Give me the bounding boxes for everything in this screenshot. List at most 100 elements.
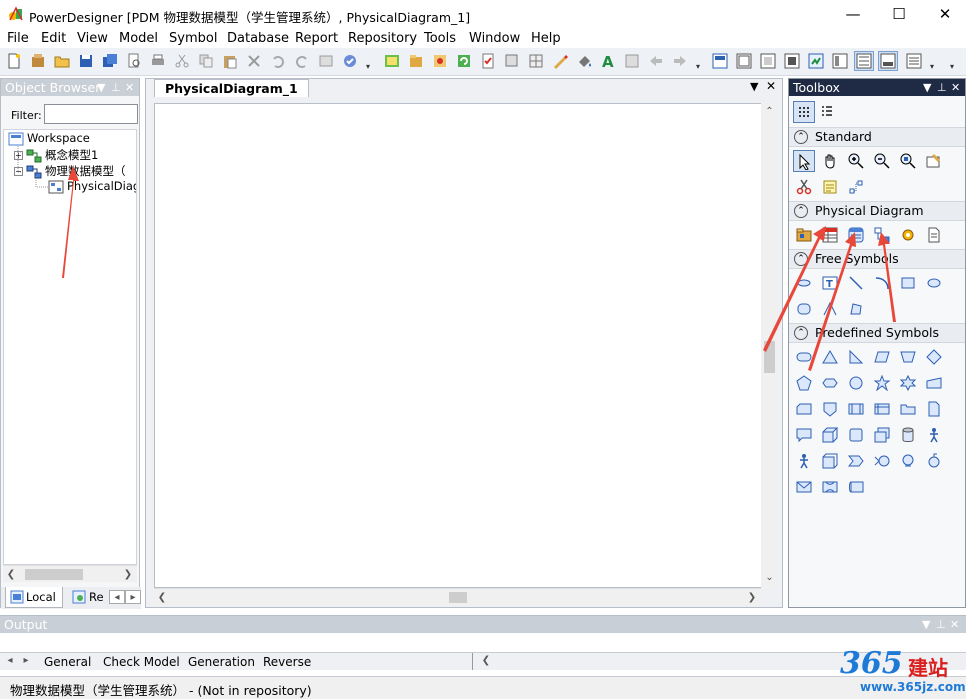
toolbar-overflow-icon-2[interactable]: ▾ (696, 62, 700, 71)
internal-storage-icon[interactable] (871, 398, 893, 420)
scroll-left-icon[interactable]: ❮ (3, 566, 19, 583)
hexagon-icon[interactable] (819, 372, 841, 394)
scroll-up-icon[interactable]: ⌃ (761, 103, 778, 120)
tab-check-model[interactable]: Check Model (103, 654, 180, 670)
toolbox-pin-icon[interactable]: ⊥ (937, 79, 947, 96)
undo-icon[interactable] (270, 53, 286, 69)
canvas-scroll-right-icon[interactable]: ❯ (744, 589, 760, 606)
six-star-icon[interactable] (897, 372, 919, 394)
panel-menu-icon[interactable]: ▼ (97, 79, 105, 96)
subroutine-icon[interactable] (845, 398, 867, 420)
tab-physical-diagram[interactable]: PhysicalDiagram_1 (154, 79, 309, 97)
cut-icon[interactable] (793, 176, 815, 198)
canvas-hscrollbar[interactable]: ❮ ❯ (154, 588, 761, 605)
document-shape-icon[interactable] (923, 398, 945, 420)
collapse-icon-4[interactable]: ⌃ (794, 326, 808, 340)
output-tab-left-icon[interactable]: ◂ (2, 653, 18, 669)
output-scroll-left-icon[interactable]: ❮ (478, 653, 494, 669)
hand-icon[interactable] (819, 150, 841, 172)
view-mode-4-icon[interactable] (784, 53, 800, 69)
new-model-icon[interactable] (30, 53, 46, 69)
copy-icon[interactable] (198, 53, 214, 69)
vscroll-thumb[interactable] (764, 341, 775, 373)
menu-model[interactable]: Model (119, 31, 158, 46)
toolbox-menu-icon[interactable]: ▼ (923, 79, 931, 96)
stack-icon[interactable] (871, 424, 893, 446)
close-button[interactable]: ✕ (922, 0, 966, 30)
paste-icon[interactable] (222, 53, 238, 69)
cut-toolbar-icon[interactable] (174, 53, 190, 69)
tab-generation[interactable]: Generation (188, 654, 255, 670)
menu-database[interactable]: Database (227, 31, 289, 46)
menu-edit[interactable]: Edit (41, 31, 66, 46)
link-icon[interactable] (845, 176, 867, 198)
output-close-icon[interactable]: ✕ (950, 616, 959, 633)
rectangle-icon[interactable] (897, 272, 919, 294)
toolbar-overflow-icon-4[interactable]: ▾ (950, 62, 954, 71)
pin-icon[interactable]: ⊥ (111, 79, 121, 96)
banner-icon[interactable] (819, 476, 841, 498)
section-physical-diagram[interactable]: ⌃ Physical Diagram (789, 201, 965, 221)
output-pin-icon[interactable]: ⊥ (936, 616, 946, 633)
menu-window[interactable]: Window (469, 31, 520, 46)
table-icon[interactable] (819, 224, 841, 246)
zoom-out-icon[interactable] (871, 150, 893, 172)
canvas-vscrollbar[interactable]: ⌃ ⌄ (761, 103, 778, 588)
polygon-icon[interactable] (845, 298, 867, 320)
cube-icon[interactable] (819, 424, 841, 446)
canvas-hscroll-thumb[interactable] (449, 592, 467, 603)
align-icon[interactable] (624, 53, 640, 69)
cylinder-icon[interactable] (897, 424, 919, 446)
properties-toolbar-icon[interactable] (318, 53, 334, 69)
bomb-icon[interactable] (923, 450, 945, 472)
tab-shape-icon[interactable] (923, 372, 945, 394)
result-list-icon[interactable] (906, 53, 922, 69)
actor-icon[interactable] (923, 424, 945, 446)
rounded-box-icon[interactable] (793, 346, 815, 368)
section-free-symbols[interactable]: ⌃ Free Symbols (789, 249, 965, 269)
free-text-box-icon[interactable] (793, 272, 815, 294)
zoom-in-icon[interactable] (845, 150, 867, 172)
tab-scroll-left-icon[interactable]: ◂ (109, 590, 125, 604)
menu-help[interactable]: Help (531, 31, 561, 46)
menu-symbol[interactable]: Symbol (169, 31, 217, 46)
menu-view[interactable]: View (77, 31, 108, 46)
impact-analysis-icon[interactable] (432, 53, 448, 69)
collapse-icon[interactable]: ⌃ (794, 130, 808, 144)
canvas-scroll-left-icon[interactable]: ❮ (154, 589, 170, 606)
line-icon[interactable] (845, 272, 867, 294)
circle-icon[interactable] (845, 372, 867, 394)
new-icon[interactable] (6, 53, 22, 69)
open-icon[interactable] (54, 53, 70, 69)
pen-icon[interactable] (552, 53, 568, 69)
triangle-icon[interactable] (819, 346, 841, 368)
zoom-fit-icon[interactable] (897, 150, 919, 172)
file-icon[interactable] (923, 224, 945, 246)
tab-scroll-right-icon[interactable]: ▸ (125, 590, 141, 604)
collapse-icon-3[interactable]: ⌃ (794, 252, 808, 266)
doc-close-icon[interactable]: ✕ (766, 79, 776, 93)
note-icon[interactable] (819, 176, 841, 198)
tree-hscrollbar[interactable]: ❮ ❯ (3, 565, 137, 582)
tab-reverse[interactable]: Reverse (263, 654, 311, 670)
free-text-icon[interactable]: T (819, 272, 841, 294)
maximize-button[interactable]: ☐ (876, 0, 922, 30)
model-check-icon[interactable] (342, 53, 358, 69)
ellipse-icon[interactable] (923, 272, 945, 294)
arc-icon[interactable] (871, 272, 893, 294)
view-mode-2-icon[interactable] (736, 53, 752, 69)
box-3d-icon[interactable] (819, 450, 841, 472)
diagram-canvas[interactable] (154, 103, 770, 588)
scroll-down-icon[interactable]: ⌄ (761, 569, 778, 586)
large-icons-view-icon[interactable] (793, 101, 815, 123)
text-color-icon[interactable]: A (600, 53, 616, 69)
view-mode-6-icon[interactable] (832, 53, 848, 69)
grid-view-icon[interactable] (528, 53, 544, 69)
card-icon[interactable] (793, 398, 815, 420)
reference-icon[interactable] (871, 224, 893, 246)
box-icon[interactable] (845, 424, 867, 446)
star-icon[interactable] (871, 372, 893, 394)
panel-close-icon[interactable]: ✕ (125, 79, 134, 96)
toolbar-overflow-icon-3[interactable]: ▾ (930, 62, 934, 71)
output-toggle-icon[interactable] (878, 51, 898, 71)
